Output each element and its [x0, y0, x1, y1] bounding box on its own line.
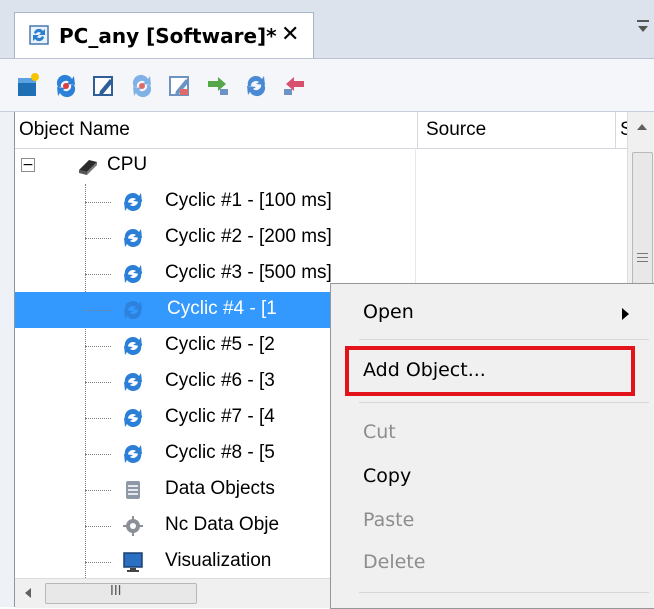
- menu-separator: [359, 402, 649, 403]
- menu-item-label: Open: [363, 301, 414, 323]
- tree-row[interactable]: Cyclic #2 - [200 ms]: [15, 220, 627, 256]
- scroll-up-icon[interactable]: [636, 122, 648, 132]
- visualization-icon: [123, 552, 143, 572]
- tree-label: Cyclic #8 - [5: [165, 442, 275, 463]
- menu-item-label: Delete: [363, 551, 426, 573]
- tab-strip: PC_any [Software]* ✕: [0, 0, 654, 59]
- toolbar: [0, 59, 654, 112]
- scroll-left-icon[interactable]: [23, 587, 33, 599]
- window-list-dropdown-icon[interactable]: [636, 18, 650, 36]
- cyclic-icon: [124, 228, 142, 248]
- tree-label: Cyclic #7 - [4: [165, 406, 275, 427]
- tree-connector: [85, 382, 111, 383]
- tree-row[interactable]: Cyclic #1 - [100 ms]: [15, 184, 627, 220]
- refresh-icon[interactable]: [242, 71, 270, 99]
- tree-label: Data Objects: [165, 478, 275, 499]
- menu-item-label: Paste: [363, 509, 415, 531]
- tree-label: Cyclic #3 - [500 ms]: [165, 262, 332, 283]
- open-alt-icon[interactable]: [128, 71, 156, 99]
- software-view-window: PC_any [Software]* ✕ Object Name Source …: [0, 0, 654, 609]
- close-tab-icon[interactable]: ✕: [281, 22, 299, 47]
- menu-item-label: Copy: [363, 465, 412, 487]
- open-icon[interactable]: [52, 71, 80, 99]
- tree-connector: [85, 418, 111, 419]
- collapse-toggle-icon[interactable]: −: [21, 158, 35, 172]
- tree-label: Cyclic #1 - [100 ms]: [165, 190, 332, 211]
- menu-item-delete[interactable]: Delete: [331, 542, 654, 582]
- tree-label: Cyclic #5 - [2: [165, 334, 275, 355]
- menu-item-cut[interactable]: Cut: [331, 412, 654, 452]
- tree-connector: [85, 526, 111, 527]
- grip-icon: III: [110, 584, 122, 599]
- menu-item-paste[interactable]: Paste: [331, 500, 654, 540]
- tree-connector: [85, 454, 111, 455]
- column-source[interactable]: Source: [417, 112, 615, 148]
- new-object-icon[interactable]: [14, 71, 42, 99]
- tree-connector: [85, 346, 111, 347]
- tree-connector: [85, 310, 111, 311]
- tree-label: Cyclic #6 - [3: [165, 370, 275, 391]
- cpu-icon: [79, 160, 97, 175]
- tree-label: Visualization: [165, 550, 272, 571]
- tree-connector: [85, 238, 111, 239]
- column-object-name[interactable]: Object Name: [19, 112, 417, 148]
- cyclic-icon: [124, 408, 142, 428]
- tab-pc-any-software[interactable]: PC_any [Software]* ✕: [14, 12, 314, 58]
- edit-alt-icon[interactable]: [166, 71, 194, 99]
- tree-row-cpu[interactable]: − CPU: [15, 148, 627, 184]
- cyclic-icon: [124, 444, 142, 464]
- menu-separator: [359, 592, 649, 593]
- cyclic-icon: [124, 336, 142, 356]
- column-header: Object Name Source S: [15, 112, 629, 149]
- tree-label: Cyclic #4 - [1: [165, 298, 279, 320]
- menu-item-label: Cut: [363, 421, 396, 443]
- grip-icon: [637, 253, 648, 262]
- move-icon[interactable]: [204, 71, 232, 99]
- menu-item-open[interactable]: Open: [331, 292, 654, 332]
- horizontal-scrollbar[interactable]: III: [15, 578, 345, 608]
- software-config-icon: [29, 25, 49, 45]
- cyclic-icon: [124, 372, 142, 392]
- submenu-arrow-icon: [622, 308, 629, 320]
- tab-title: PC_any [Software]*: [59, 24, 277, 48]
- tree-connector: [85, 562, 111, 563]
- data-objects-icon: [126, 481, 140, 499]
- cyclic-icon: [124, 192, 142, 212]
- cyclic-icon: [124, 300, 142, 320]
- tree-connector: [85, 202, 111, 203]
- context-menu: Open Add Object... Cut Copy Paste Delete: [330, 283, 654, 609]
- menu-separator: [359, 339, 649, 340]
- edit-icon[interactable]: [90, 71, 118, 99]
- remove-icon[interactable]: [280, 71, 308, 99]
- cyclic-icon: [124, 264, 142, 284]
- tree-label: Cyclic #2 - [200 ms]: [165, 226, 332, 247]
- tree-label: Nc Data Obje: [165, 514, 280, 535]
- highlight-annotation-box: [345, 346, 635, 396]
- horizontal-scroll-thumb[interactable]: III: [45, 583, 197, 604]
- tree-label: CPU: [107, 154, 148, 175]
- menu-item-copy[interactable]: Copy: [331, 456, 654, 496]
- tree-connector: [85, 490, 111, 491]
- tree-connector: [85, 274, 111, 275]
- nc-data-icon: [123, 516, 143, 536]
